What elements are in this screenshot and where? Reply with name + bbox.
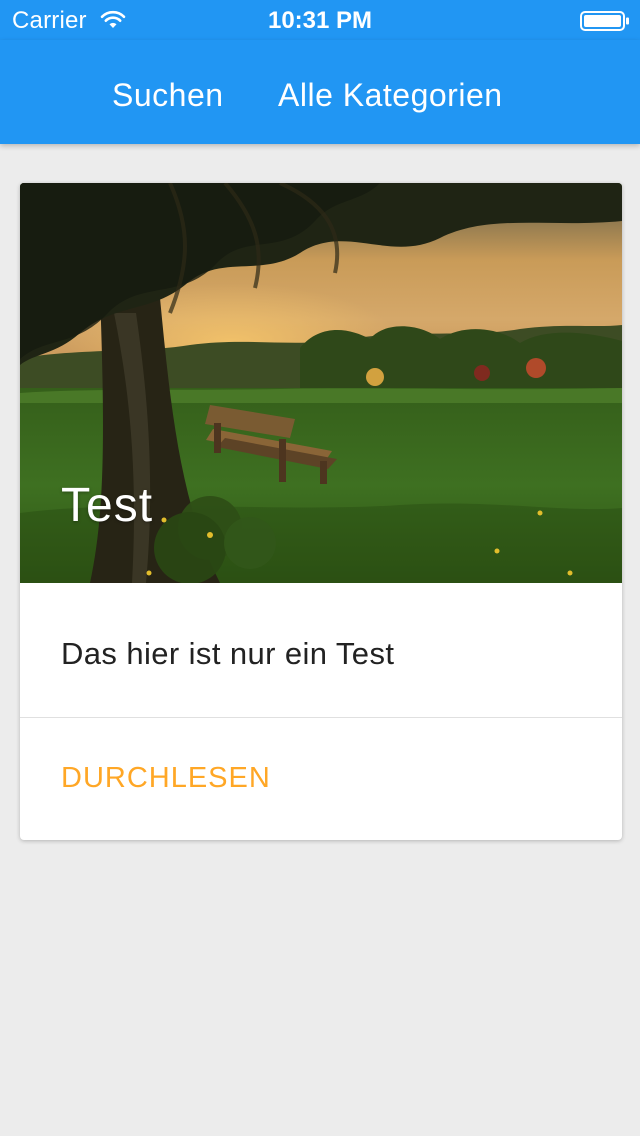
tab-suchen[interactable]: Suchen xyxy=(112,75,224,115)
status-bar: Carrier 10:31 PM xyxy=(0,0,640,40)
status-time: 10:31 PM xyxy=(267,7,373,34)
article-card: Test Das hier ist nur ein Test DURCHLESE… xyxy=(20,183,622,840)
top-navigation: Suchen Alle Kategorien xyxy=(0,40,640,144)
card-description: Das hier ist nur ein Test xyxy=(61,636,395,671)
battery-icon xyxy=(580,11,629,31)
app-screen: Carrier 10:31 PM Suchen Alle Kategorien xyxy=(0,0,640,1136)
card-title: Test xyxy=(61,479,154,532)
read-more-button[interactable]: DURCHLESEN xyxy=(61,760,271,796)
tab-alle-kategorien[interactable]: Alle Kategorien xyxy=(278,75,503,115)
card-body: Das hier ist nur ein Test xyxy=(20,583,622,718)
